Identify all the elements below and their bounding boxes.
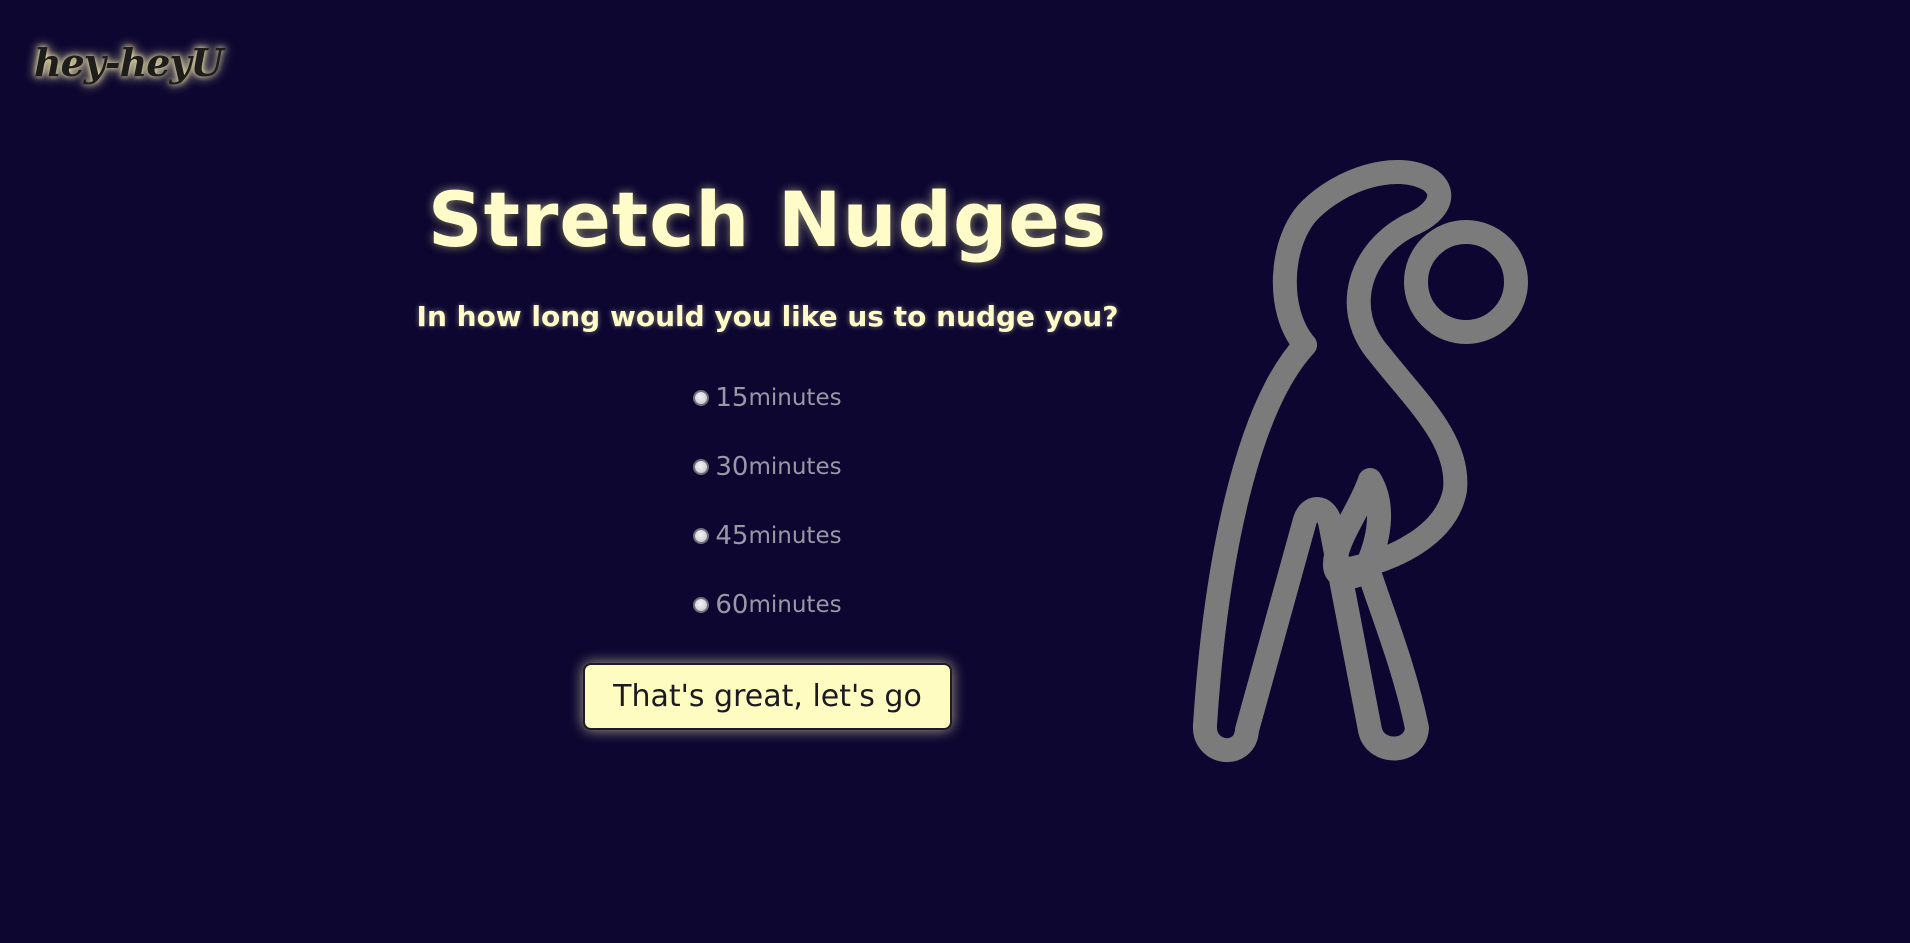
- radio-15-minutes[interactable]: [693, 389, 710, 406]
- page-title: Stretch Nudges: [427, 175, 1108, 264]
- radio-30-minutes[interactable]: [693, 458, 710, 475]
- nudge-question: In how long would you like us to nudge y…: [416, 300, 1119, 333]
- option-value: 30: [715, 451, 749, 482]
- option-unit: minutes: [748, 384, 842, 411]
- option-45-minutes[interactable]: 45 minutes: [693, 501, 842, 570]
- option-unit: minutes: [748, 522, 842, 549]
- interval-options: 15 minutes 30 minutes 45 minutes 60 minutes: [400, 363, 1135, 639]
- page: hey-heyU Stretch Nudges In how long woul…: [0, 0, 1910, 943]
- option-value: 45: [715, 520, 749, 551]
- option-30-minutes[interactable]: 30 minutes: [693, 432, 842, 501]
- option-15-minutes[interactable]: 15 minutes: [693, 363, 842, 432]
- option-60-minutes[interactable]: 60 minutes: [693, 570, 842, 639]
- option-value: 15: [715, 382, 749, 413]
- nudge-form: Stretch Nudges In how long would you lik…: [400, 175, 1135, 730]
- option-unit: minutes: [748, 453, 842, 480]
- stretching-person-icon: [1193, 160, 1528, 763]
- option-value: 60: [715, 589, 749, 620]
- radio-60-minutes[interactable]: [693, 596, 710, 613]
- logo[interactable]: hey-heyU: [34, 40, 224, 85]
- submit-button[interactable]: That's great, let's go: [583, 663, 952, 730]
- radio-45-minutes[interactable]: [693, 527, 710, 544]
- option-unit: minutes: [748, 591, 842, 618]
